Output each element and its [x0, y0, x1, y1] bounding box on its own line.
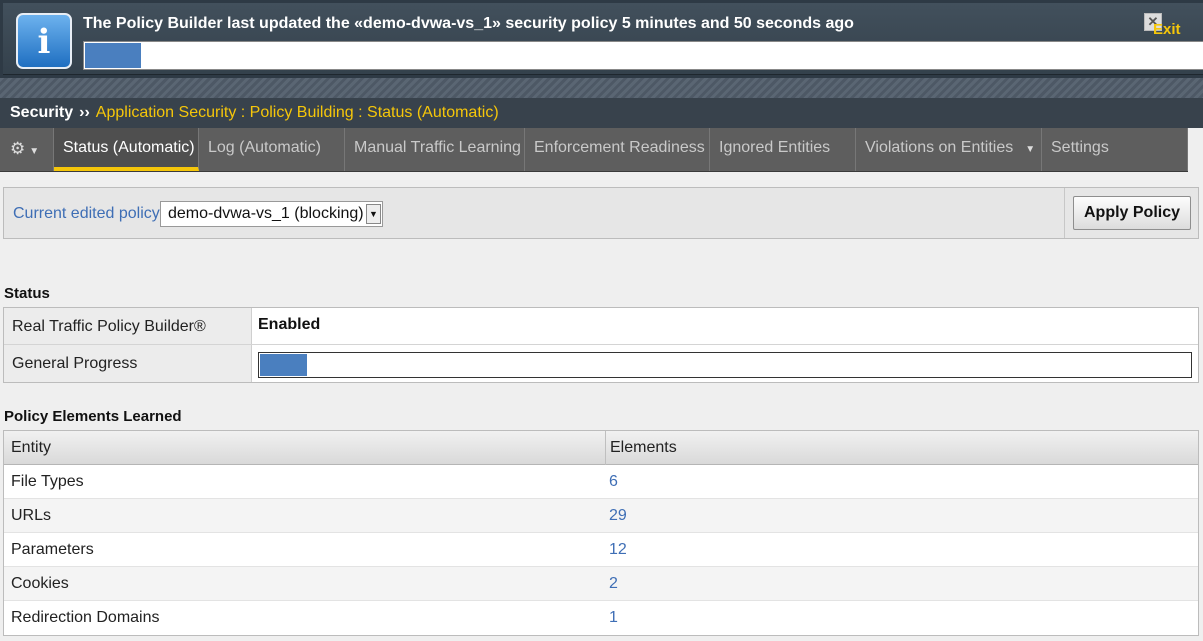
- entity-name: URLs: [11, 507, 52, 524]
- apply-policy-button[interactable]: Apply Policy: [1073, 196, 1191, 230]
- status-row-label: General Progress: [4, 345, 252, 382]
- element-count-link[interactable]: 2: [609, 567, 618, 601]
- table-header: Entity Elements: [4, 431, 1198, 465]
- breadcrumb-root: Security: [10, 104, 74, 121]
- breadcrumb-path: Application Security : Policy Building :…: [95, 104, 499, 121]
- status-table: Real Traffic Policy Builder® Enabled Gen…: [3, 307, 1199, 383]
- column-header-elements[interactable]: Elements: [605, 431, 677, 465]
- tab-bar: ⚙ ▼ Status (Automatic) Log (Automatic) Ma…: [0, 128, 1188, 172]
- entity-name: Parameters: [11, 541, 94, 558]
- tab-ignored-entities[interactable]: Ignored Entities: [710, 128, 856, 171]
- banner-progress-bar: [83, 41, 1203, 70]
- tab-manual-traffic-learning[interactable]: Manual Traffic Learning: [345, 128, 525, 171]
- gear-menu-button[interactable]: ⚙ ▼: [0, 128, 54, 171]
- general-progress-fill: [260, 354, 307, 376]
- elements-table: Entity Elements File Types 6 URLs 29 Par…: [3, 430, 1199, 636]
- gear-icon[interactable]: ⚙: [10, 139, 25, 158]
- tab-status-automatic[interactable]: Status (Automatic): [54, 128, 199, 171]
- tab-label[interactable]: Settings: [1051, 139, 1109, 156]
- table-row: URLs 29: [4, 499, 1198, 533]
- tab-enforcement-readiness[interactable]: Enforcement Readiness: [525, 128, 710, 171]
- elements-section-title: Policy Elements Learned: [4, 408, 182, 425]
- entity-name: File Types: [11, 473, 84, 490]
- tab-log-automatic[interactable]: Log (Automatic): [199, 128, 345, 171]
- status-row-value: Enabled: [258, 316, 321, 333]
- chevron-down-icon[interactable]: ▼: [1025, 144, 1035, 155]
- tab-label[interactable]: Ignored Entities: [719, 139, 830, 156]
- column-header-entity[interactable]: Entity: [11, 431, 51, 465]
- breadcrumb-separator: ››: [79, 104, 90, 121]
- policy-select-value[interactable]: demo-dvwa-vs_1 (blocking): [168, 205, 364, 222]
- table-row: Parameters 12: [4, 533, 1198, 567]
- table-row: Cookies 2: [4, 567, 1198, 601]
- banner-progress-fill: [85, 43, 142, 68]
- chevron-down-icon[interactable]: ▼: [29, 146, 39, 157]
- element-count-link[interactable]: 29: [609, 499, 627, 533]
- tab-label[interactable]: Enforcement Readiness: [534, 139, 705, 156]
- current-policy-label: Current edited policy: [13, 205, 160, 222]
- status-row: General Progress: [4, 345, 1198, 382]
- exit-label[interactable]: Exit: [1153, 21, 1181, 38]
- status-row: Real Traffic Policy Builder® Enabled: [4, 308, 1198, 345]
- element-count-link[interactable]: 12: [609, 533, 627, 567]
- tab-label[interactable]: Log (Automatic): [208, 139, 321, 156]
- policy-toolbar: Current edited policy demo-dvwa-vs_1 (bl…: [3, 187, 1199, 239]
- banner-message: The Policy Builder last updated the «dem…: [83, 15, 854, 32]
- status-section-title: Status: [4, 285, 50, 302]
- general-progress-bar: [258, 352, 1192, 378]
- toolbar-divider: [1064, 188, 1065, 238]
- tab-label[interactable]: Violations on Entities: [865, 139, 1013, 156]
- tab-settings[interactable]: Settings: [1042, 128, 1188, 171]
- policy-select[interactable]: demo-dvwa-vs_1 (blocking) ▼: [160, 201, 383, 227]
- status-row-label: Real Traffic Policy Builder®: [4, 308, 252, 344]
- breadcrumb: Security ›› Application Security : Policy …: [0, 98, 1203, 128]
- policy-builder-banner: i The Policy Builder last updated the «d…: [0, 0, 1203, 78]
- element-count-link[interactable]: 1: [609, 601, 618, 635]
- table-row: Redirection Domains 1: [4, 601, 1198, 635]
- tab-label[interactable]: Manual Traffic Learning: [354, 139, 521, 156]
- hatched-divider: [0, 78, 1203, 98]
- table-row: File Types 6: [4, 465, 1198, 499]
- tab-violations-on-entities[interactable]: Violations on Entities ▼: [856, 128, 1042, 171]
- info-icon: i: [16, 13, 72, 69]
- element-count-link[interactable]: 6: [609, 465, 618, 499]
- entity-name: Cookies: [11, 575, 69, 592]
- banner-panel: i The Policy Builder last updated the «d…: [3, 3, 1203, 75]
- entity-name: Redirection Domains: [11, 609, 160, 626]
- tab-label[interactable]: Status (Automatic): [63, 139, 195, 156]
- chevron-down-icon[interactable]: ▼: [366, 204, 381, 224]
